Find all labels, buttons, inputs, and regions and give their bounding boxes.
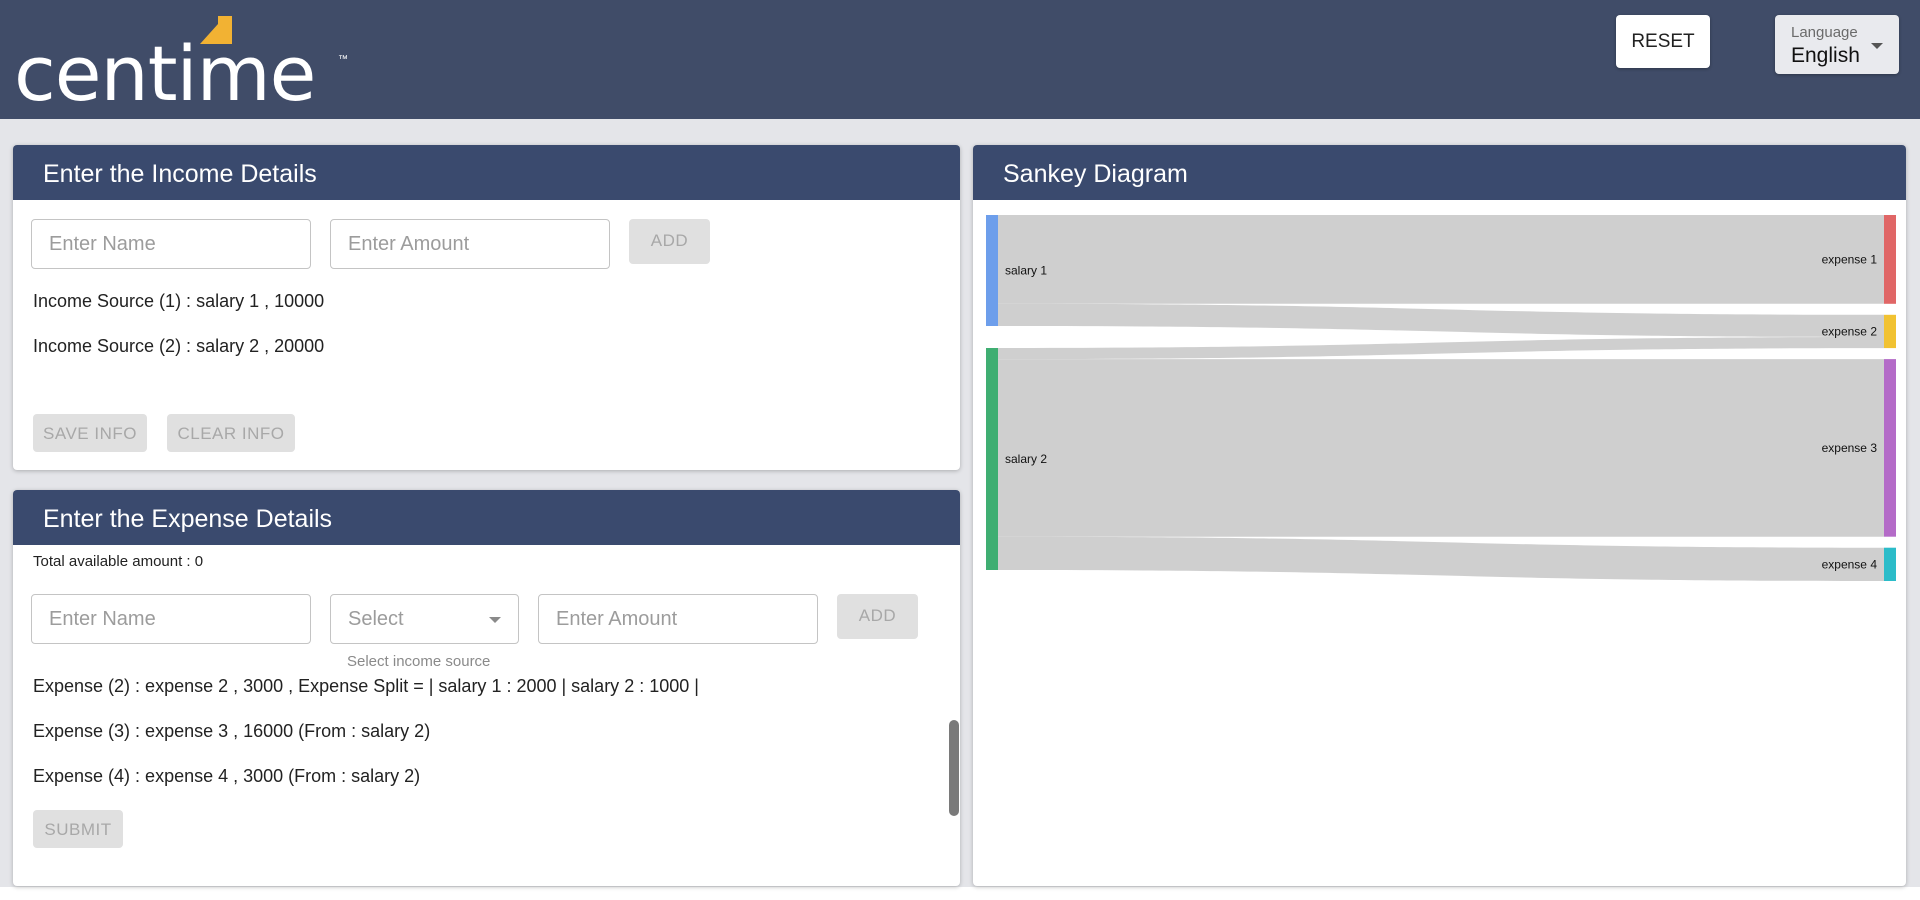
income-name-input[interactable]: Enter Name [31,219,311,269]
sankey-node [986,348,998,570]
sankey-link [998,215,1884,304]
logo-trademark: ™ [338,54,348,65]
expense-list-scrollbar[interactable] [949,720,959,816]
save-info-button[interactable]: SAVE INFO [33,414,147,452]
expense-item: Expense (4) : expense 4 , 3000 (From : s… [33,766,421,786]
expense-add-button[interactable]: ADD [837,594,918,639]
main-content: Enter the Income Details Enter Name Ente… [0,119,1920,887]
income-source-item: Income Source (1) : salary 1 , 10000 [33,291,325,311]
language-label: Language [1791,24,1858,41]
language-select[interactable]: Language English [1775,15,1899,74]
language-value: English [1791,44,1860,67]
chevron-down-icon [1871,43,1883,49]
sankey-link [998,359,1884,537]
income-source-select-value: Select [348,608,404,630]
app-header: centime ™ RESET Language English [0,0,1920,119]
income-add-button[interactable]: ADD [629,219,710,264]
clear-info-button[interactable]: CLEAR INFO [167,414,295,452]
centime-logo: centime ™ [14,14,354,118]
select-helper-text: Select income source [347,653,491,670]
income-source-item: Income Source (2) : salary 2 , 20000 [33,336,325,356]
sankey-node-label: salary 2 [1005,452,1047,466]
income-source-select[interactable]: Select [330,594,519,644]
expense-card: Enter the Expense Details Total availabl… [13,490,960,886]
sankey-diagram: salary 1 salary 2 expense 1 expense 2 expens… [986,215,1896,581]
income-card-title: Enter the Income Details [13,145,960,200]
reset-button[interactable]: RESET [1616,15,1710,68]
sankey-node [1884,314,1896,349]
sankey-node-label: expense 1 [1822,252,1878,266]
expense-amount-input[interactable]: Enter Amount [538,594,818,644]
submit-button[interactable]: SUBMIT [33,810,123,848]
income-amount-input[interactable]: Enter Amount [330,219,610,269]
expense-item: Expense (2) : expense 2 , 3000 , Expense… [33,676,699,696]
sankey-node [1884,359,1896,537]
income-card: Enter the Income Details Enter Name Ente… [13,145,960,470]
sankey-node-label: expense 4 [1822,557,1878,571]
expense-card-title: Enter the Expense Details [13,490,960,545]
sankey-link [998,536,1884,581]
sankey-link [998,337,1884,360]
sankey-card: Sankey Diagram salary 1 salary 2 expense 1… [973,145,1906,886]
sankey-card-title: Sankey Diagram [973,145,1906,200]
sankey-link [998,303,1884,337]
chevron-down-icon [489,617,501,623]
logo-wordmark: centime [14,29,316,118]
sankey-node [1884,215,1896,304]
sankey-node-label: salary 1 [1005,264,1047,278]
expense-item: Expense (3) : expense 3 , 16000 (From : … [33,721,431,741]
total-available-amount: Total available amount : 0 [33,553,204,570]
expense-name-input[interactable]: Enter Name [31,594,311,644]
sankey-node [986,215,998,326]
sankey-node [1884,547,1896,581]
sankey-node-label: expense 3 [1822,441,1878,455]
sankey-node-label: expense 2 [1822,324,1878,338]
